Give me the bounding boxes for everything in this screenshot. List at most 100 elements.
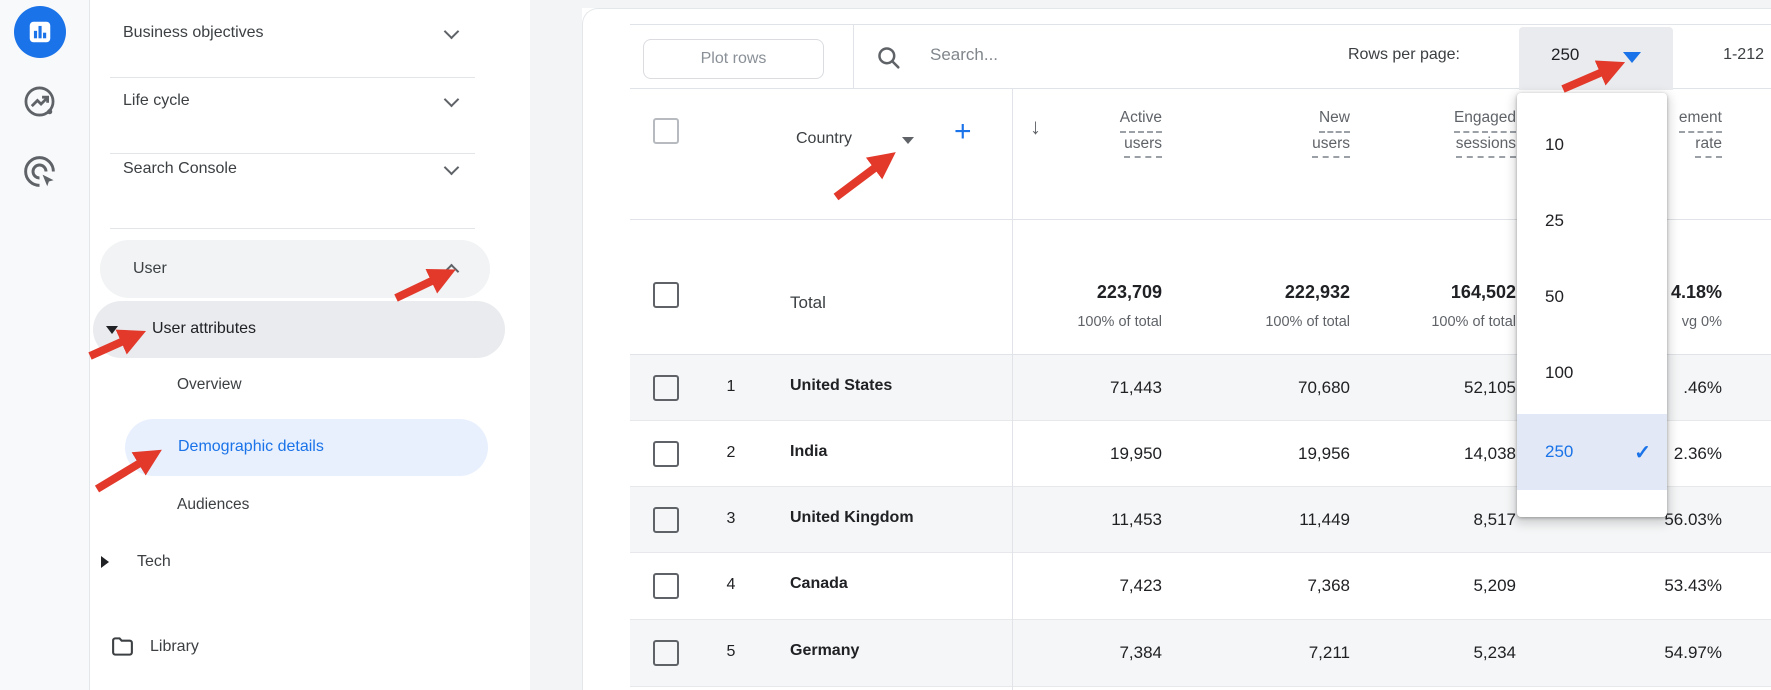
total-engaged-sessions: 164,502 (1376, 282, 1516, 303)
rows-per-page-value: 250 (1551, 45, 1579, 65)
chevron-down-icon[interactable] (444, 160, 460, 176)
row-active-users: 7,423 (1022, 576, 1162, 596)
row-active-users: 19,950 (1022, 444, 1162, 464)
divider (110, 228, 475, 229)
rows-per-page-menu: 10 25 50 100 250 ✓ (1517, 93, 1667, 517)
column-header-line: Active (1120, 110, 1162, 133)
total-new-users: 222,932 (1210, 282, 1350, 303)
row-index: 3 (718, 510, 744, 528)
sidebar-item-demographic-details-label: Demographic details (178, 436, 324, 458)
sidebar-item-audiences[interactable]: Audiences (177, 494, 249, 516)
row-country: Germany (790, 642, 859, 660)
column-header-line: ement (1679, 110, 1722, 133)
row-index: 1 (718, 378, 744, 396)
row-index: 4 (718, 576, 744, 594)
row-country: United States (790, 377, 892, 395)
rows-per-page-label: Rows per page: (1280, 46, 1460, 64)
chevron-down-icon[interactable] (444, 24, 460, 40)
row-country: India (790, 443, 827, 461)
checkmark-icon: ✓ (1634, 440, 1651, 465)
rows-per-page-select[interactable]: 250 (1519, 27, 1673, 90)
search-input[interactable]: Search... (930, 45, 998, 65)
row-checkbox[interactable] (653, 640, 679, 666)
row-new-users: 7,368 (1210, 576, 1350, 596)
row-new-users: 19,956 (1210, 444, 1350, 464)
row-new-users: 7,211 (1210, 643, 1350, 663)
reports-icon[interactable] (14, 6, 66, 58)
menu-option-10[interactable]: 10 (1517, 110, 1667, 180)
sidebar-item-user-attributes-label: User attributes (152, 318, 256, 340)
sidebar-item-business-objectives[interactable]: Business objectives (123, 22, 264, 44)
row-new-users: 70,680 (1210, 378, 1350, 398)
left-icon-rail (0, 0, 90, 690)
folder-icon (110, 634, 135, 659)
menu-option-250[interactable]: 250 ✓ (1517, 414, 1667, 490)
search-icon (876, 45, 902, 71)
row-engaged-sessions: 8,517 (1376, 510, 1516, 530)
sidebar-item-demographic-details[interactable]: Demographic details (125, 419, 488, 476)
row-active-users: 71,443 (1022, 378, 1162, 398)
row-active-users: 11,453 (1022, 510, 1162, 530)
row-engagement-rate: 53.43% (1582, 576, 1722, 596)
divider (110, 77, 475, 78)
row-checkbox[interactable] (653, 375, 679, 401)
collapse-triangle-icon[interactable] (106, 326, 118, 334)
column-header-active-users[interactable]: Active users (1022, 110, 1162, 161)
row-checkbox[interactable] (653, 507, 679, 533)
chevron-down-icon[interactable] (444, 92, 460, 108)
bar-chart-icon (26, 18, 54, 46)
column-header-line: rate (1695, 136, 1722, 159)
column-header-line: users (1312, 136, 1350, 159)
column-header-line: Engaged (1454, 110, 1516, 133)
explore-icon[interactable] (21, 83, 58, 125)
row-country: United Kingdom (790, 509, 914, 527)
sidebar-item-overview[interactable]: Overview (177, 374, 242, 396)
row-engaged-sessions: 5,234 (1376, 643, 1516, 663)
total-row-checkbox[interactable] (653, 282, 679, 308)
chevron-up-icon[interactable] (444, 264, 460, 280)
advertising-icon[interactable] (20, 152, 59, 196)
dropdown-caret-icon[interactable] (1623, 52, 1641, 63)
row-checkbox[interactable] (653, 441, 679, 467)
row-engaged-sessions: 14,038 (1376, 444, 1516, 464)
select-all-checkbox[interactable] (653, 118, 679, 144)
column-header-line: users (1124, 136, 1162, 159)
divider (853, 25, 854, 88)
page-background (530, 0, 1771, 8)
page-background (530, 0, 582, 690)
total-new-users-sub: 100% of total (1210, 314, 1350, 330)
menu-option-250-label: 250 (1545, 442, 1573, 462)
column-divider (1012, 89, 1013, 690)
ga-demographic-details-page: Business objectives Life cycle Search Co… (0, 0, 1771, 690)
sidebar-item-tech[interactable]: Tech (137, 551, 171, 573)
column-header-line: sessions (1456, 136, 1516, 159)
table-row[interactable]: 5 Germany 7,384 7,211 5,234 54.97% (630, 620, 1771, 687)
plot-rows-button[interactable]: Plot rows (643, 39, 824, 79)
pagination-range: 1-212 (1696, 46, 1764, 64)
column-header-line: New (1319, 110, 1350, 133)
add-dimension-button[interactable]: + (954, 117, 972, 147)
column-header-engaged-sessions[interactable]: Engaged sessions (1376, 110, 1516, 161)
row-engagement-rate: 54.97% (1582, 643, 1722, 663)
row-active-users: 7,384 (1022, 643, 1162, 663)
menu-option-50[interactable]: 50 (1517, 262, 1667, 332)
sidebar-item-library[interactable]: Library (150, 636, 199, 658)
expand-triangle-icon[interactable] (101, 556, 109, 568)
dimension-header[interactable]: Country (796, 130, 852, 148)
row-checkbox[interactable] (653, 573, 679, 599)
row-index: 2 (718, 444, 744, 462)
dimension-caret-icon[interactable] (902, 137, 914, 144)
total-engaged-sessions-sub: 100% of total (1376, 314, 1516, 330)
sidebar-item-user[interactable]: User (100, 240, 490, 298)
total-label: Total (790, 293, 826, 313)
total-active-users: 223,709 (1022, 282, 1162, 303)
sidebar-item-user-attributes[interactable]: User attributes (93, 301, 505, 358)
sidebar-item-life-cycle[interactable]: Life cycle (123, 90, 190, 112)
sidebar-item-search-console[interactable]: Search Console (123, 158, 237, 180)
table-row[interactable]: 4 Canada 7,423 7,368 5,209 53.43% (630, 553, 1771, 620)
row-index: 5 (718, 643, 744, 661)
divider (110, 153, 475, 154)
menu-option-25[interactable]: 25 (1517, 186, 1667, 256)
menu-option-100[interactable]: 100 (1517, 338, 1667, 408)
column-header-new-users[interactable]: New users (1210, 110, 1350, 161)
